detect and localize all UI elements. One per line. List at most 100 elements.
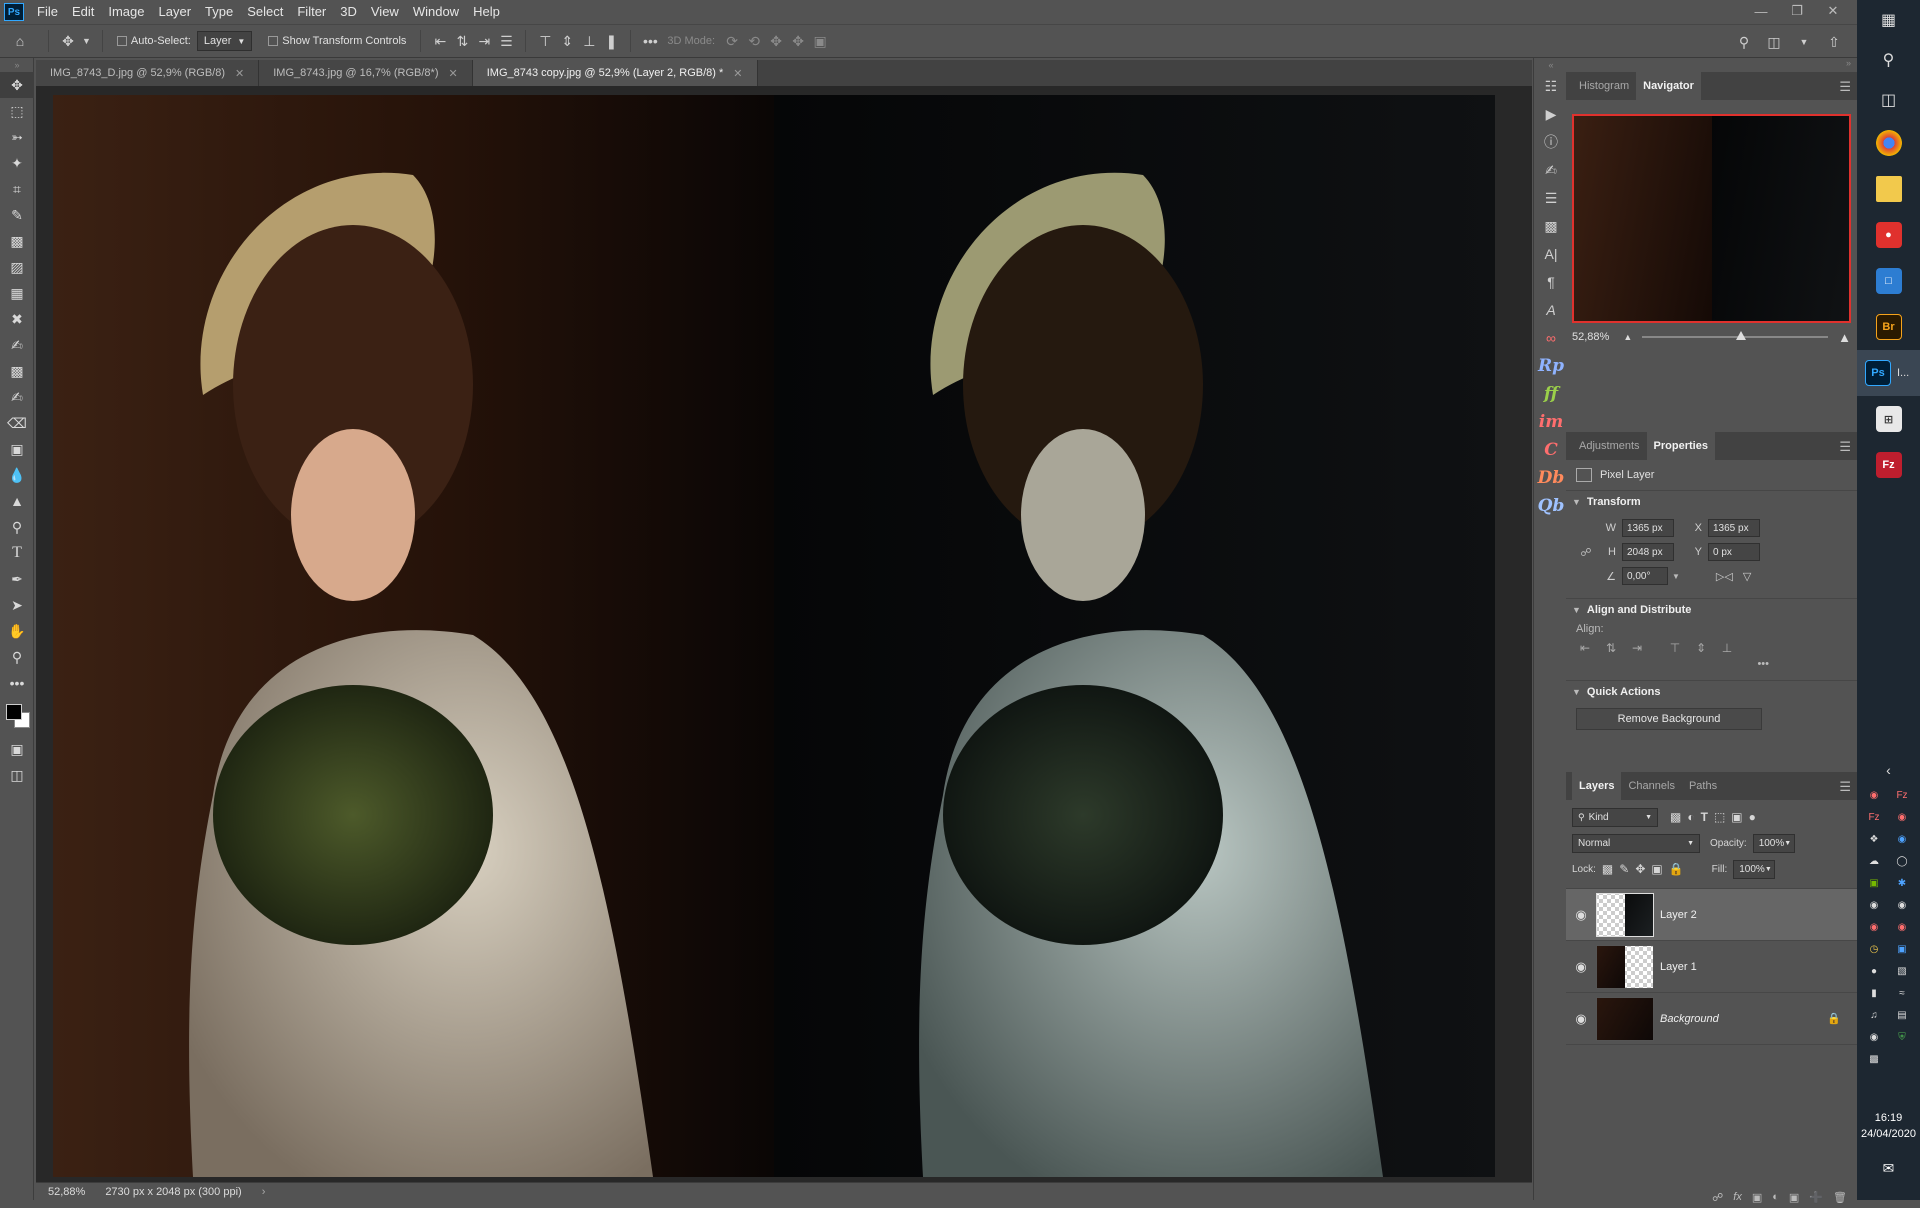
tray-app-icon[interactable]: ◉ [1865, 896, 1883, 914]
menu-edit[interactable]: Edit [65, 0, 101, 24]
collapse-icon[interactable]: « [1534, 58, 1568, 72]
3d-camera-icon[interactable]: ▣ [809, 28, 831, 54]
filter-shape-icon[interactable]: ⬚ [1714, 810, 1725, 824]
filter-toggle-icon[interactable]: ● [1749, 810, 1756, 824]
blend-mode-dropdown[interactable]: Normal ▼ [1572, 833, 1700, 853]
slider-handle[interactable] [1735, 331, 1746, 340]
filter-adjustment-icon[interactable]: ◐ [1687, 810, 1694, 824]
tray-expand-icon[interactable]: ‹ [1857, 762, 1920, 778]
navigator-zoom-value[interactable]: 52,88% [1572, 331, 1609, 343]
align-top-edges-icon[interactable]: ⊤ [534, 28, 556, 54]
plugin-im-icon[interactable]: im [1534, 408, 1568, 436]
tray-bluetooth-icon[interactable]: ✱ [1893, 874, 1911, 892]
panel-menu-icon[interactable]: ☰ [1839, 439, 1851, 455]
dodge-tool-icon[interactable]: ⚲ [0, 514, 34, 540]
zoom-in-icon[interactable]: ▲ [1838, 330, 1851, 345]
x-position-field[interactable]: 1365 px [1708, 519, 1760, 537]
link-layers-icon[interactable]: ☍ [1712, 1191, 1723, 1204]
tray-filezilla-icon[interactable]: Fz [1893, 786, 1911, 804]
tray-app-icon[interactable]: ◉ [1893, 918, 1911, 936]
tab-histogram[interactable]: Histogram [1572, 72, 1636, 100]
glyphs-icon[interactable]: A [1534, 296, 1568, 324]
eraser-tool-icon[interactable]: ⌫ [0, 410, 34, 436]
align-horizontal-centers-icon[interactable]: ⇅ [451, 28, 473, 54]
menu-view[interactable]: View [364, 0, 406, 24]
lock-artboard-icon[interactable]: ▣ [1651, 862, 1662, 876]
move-tool-icon[interactable]: ✥ [0, 72, 34, 98]
tray-usb-icon[interactable]: ▧ [1893, 962, 1911, 980]
align-top-icon[interactable]: ⊤ [1664, 638, 1686, 658]
layer-row-background[interactable]: ◉ Background 🔒 [1566, 993, 1857, 1045]
fx-icon[interactable]: fx [1733, 1191, 1742, 1203]
tray-app-icon[interactable]: ▩ [1865, 1050, 1883, 1068]
tab-properties[interactable]: Properties [1646, 432, 1715, 460]
align-left-icon[interactable]: ⇤ [1574, 638, 1596, 658]
visibility-eye-icon[interactable]: ◉ [1566, 1011, 1596, 1027]
plugin-db-icon[interactable]: Db [1534, 464, 1568, 492]
fill-field[interactable]: 100% ▼ [1733, 859, 1776, 879]
layer-name[interactable]: Layer 2 [1660, 909, 1697, 921]
document-canvas[interactable] [53, 95, 1495, 1177]
content-aware-move-tool-icon[interactable]: ✖ [0, 306, 34, 332]
lasso-tool-icon[interactable]: ➳ [0, 124, 34, 150]
brush-settings-icon[interactable]: ✍ [1534, 156, 1568, 184]
align-right-edges-icon[interactable]: ⇥ [473, 28, 495, 54]
collapse-icon[interactable]: » [0, 58, 34, 72]
filter-pixel-icon[interactable]: ▩ [1670, 810, 1681, 824]
tray-app-icon[interactable]: ◉ [1893, 896, 1911, 914]
align-right-icon[interactable]: ⇥ [1626, 638, 1648, 658]
file-explorer-icon[interactable] [1857, 166, 1920, 212]
color-swatches[interactable] [0, 696, 34, 736]
layer-row-layer-1[interactable]: ◉ Layer 1 [1566, 941, 1857, 993]
task-view-icon[interactable]: ◫ [1857, 80, 1920, 120]
move-tool-preset-icon[interactable]: ✥ [57, 28, 79, 54]
align-bottom-edges-icon[interactable]: ⊥ [578, 28, 600, 54]
close-icon[interactable]: ✕ [449, 67, 458, 80]
chevron-down-icon[interactable]: ▼ [79, 28, 94, 54]
3d-pan-icon[interactable]: ✥ [765, 28, 787, 54]
paths-icon[interactable]: ∞ [1534, 324, 1568, 352]
plugin-qb-icon[interactable]: Qb [1534, 492, 1568, 520]
zoom-tool-icon[interactable]: ⚲ [0, 644, 34, 670]
canvas-area[interactable] [36, 86, 1532, 1182]
calculator-icon[interactable]: ⊞ [1857, 396, 1920, 442]
checkbox-box[interactable] [268, 36, 279, 46]
tab-adjustments[interactable]: Adjustments [1572, 432, 1647, 460]
remove-background-button[interactable]: Remove Background [1576, 708, 1762, 730]
filter-type-icon[interactable]: T [1701, 810, 1708, 824]
angle-field[interactable]: 0,00° [1622, 567, 1668, 585]
tray-dropbox-icon[interactable]: ❖ [1865, 830, 1883, 848]
pen-tool-icon[interactable]: ✒ [0, 566, 34, 592]
info-icon[interactable]: ⓘ [1534, 128, 1568, 156]
menu-filter[interactable]: Filter [290, 0, 333, 24]
new-layer-icon[interactable]: ➕ [1809, 1191, 1823, 1204]
panel-menu-icon[interactable]: ☰ [1839, 779, 1851, 795]
paragraph-icon[interactable]: ¶ [1534, 268, 1568, 296]
minimize-icon[interactable]: — [1743, 0, 1779, 22]
filezilla-icon[interactable]: Fz [1857, 442, 1920, 488]
history-icon[interactable]: ☷ [1534, 72, 1568, 100]
tab-img-8743-d[interactable]: IMG_8743_D.jpg @ 52,9% (RGB/8) ✕ [36, 60, 260, 86]
tray-shield-icon[interactable]: ⛨ [1893, 1028, 1911, 1046]
filter-smart-object-icon[interactable]: ▣ [1731, 810, 1742, 824]
distribute-vertical-icon[interactable]: ❚ [600, 28, 622, 54]
new-group-icon[interactable]: ▣ [1789, 1191, 1799, 1204]
chevron-down-icon[interactable]: ▼ [1672, 572, 1680, 581]
crop-tool-icon[interactable]: ⌗ [0, 176, 34, 202]
camera-app-icon[interactable]: ● [1857, 212, 1920, 258]
patch-tool-icon[interactable]: ▦ [0, 280, 34, 306]
menu-file[interactable]: File [30, 0, 65, 24]
remote-desktop-icon[interactable]: □ [1857, 258, 1920, 304]
close-icon[interactable]: ✕ [235, 67, 244, 80]
tray-app-icon[interactable]: ◉ [1865, 918, 1883, 936]
menu-select[interactable]: Select [240, 0, 290, 24]
marquee-tool-icon[interactable]: ⬚ [0, 98, 34, 124]
blur-tool-icon[interactable]: 💧 [0, 462, 34, 488]
tray-app-icon[interactable]: ◉ [1865, 786, 1883, 804]
plugin-c-icon[interactable]: C [1534, 436, 1568, 464]
magic-wand-tool-icon[interactable]: ✦ [0, 150, 34, 176]
path-selection-tool-icon[interactable]: ➤ [0, 592, 34, 618]
quick-mask-icon[interactable]: ▣ [0, 736, 34, 762]
visibility-eye-icon[interactable]: ◉ [1566, 959, 1596, 975]
width-field[interactable]: 1365 px [1622, 519, 1674, 537]
